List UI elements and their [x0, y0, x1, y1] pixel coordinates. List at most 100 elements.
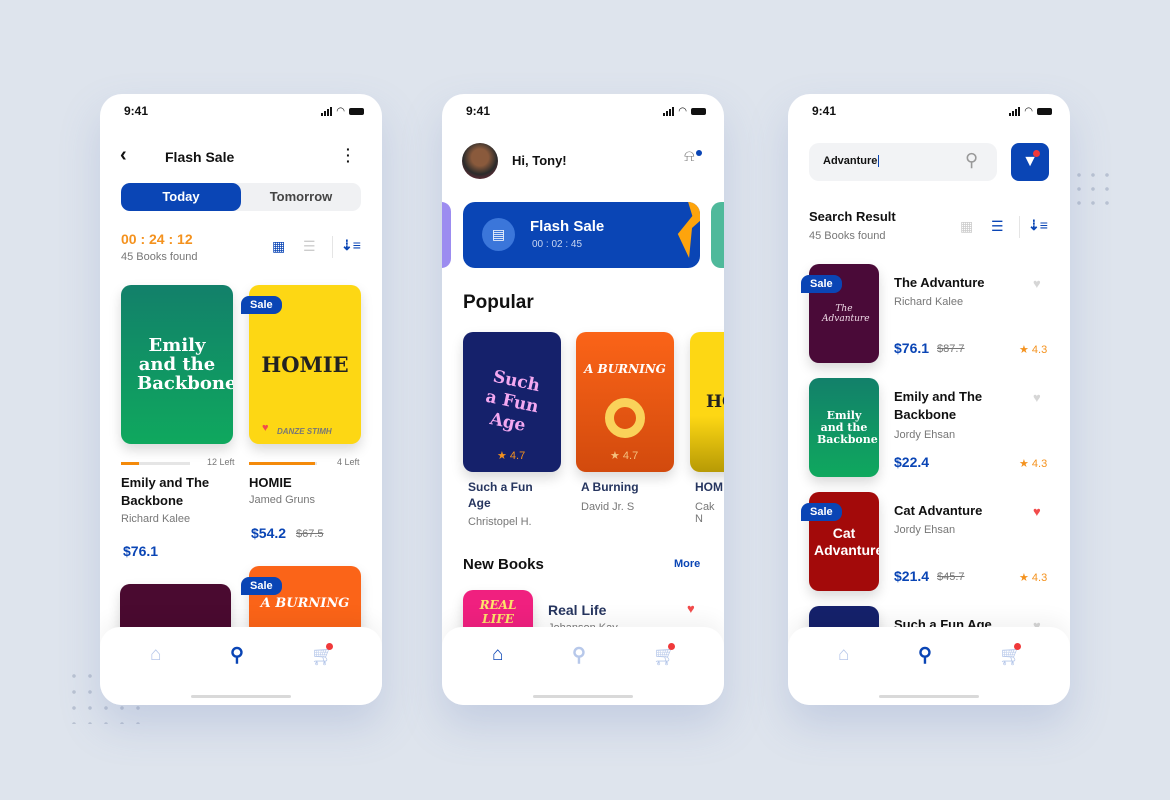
- book-cover[interactable]: A BURNING ★ 4.7: [576, 332, 674, 472]
- status-icons: ◠: [663, 106, 706, 117]
- book-rating: ★ 4.3: [1019, 344, 1048, 356]
- book-title[interactable]: Age: [468, 494, 491, 512]
- book-author: Richard Kalee: [894, 296, 964, 308]
- page-title: Flash Sale: [165, 149, 235, 165]
- search-value: Advanture: [823, 155, 880, 167]
- stock-progress: [121, 462, 190, 465]
- favorite-heart-icon[interactable]: ♥: [687, 601, 695, 616]
- book-title[interactable]: HOMIE: [249, 474, 292, 492]
- favorite-heart-icon[interactable]: ♥: [1033, 504, 1041, 519]
- sort-icon[interactable]: ⇣≡: [341, 237, 361, 254]
- old-price: $45.7: [937, 571, 965, 583]
- cover-title: A BURNING: [584, 362, 666, 376]
- banner-title: Flash Sale: [530, 218, 605, 235]
- rating-value: 4.7: [509, 450, 526, 462]
- book-rating: ★ 4.7: [610, 450, 639, 462]
- cover-title: The Advanture: [822, 303, 870, 324]
- stock-left: 4 Left: [337, 457, 360, 467]
- cart-badge: [1014, 643, 1021, 650]
- new-books-heading: New Books: [463, 556, 544, 573]
- more-link[interactable]: More: [674, 558, 700, 570]
- book-author: Richard Kalee: [121, 513, 191, 525]
- promo-card-next[interactable]: [711, 202, 724, 268]
- grid-view-icon[interactable]: ▦: [272, 238, 285, 255]
- bottom-nav: ⌂ ⚲ 🛒︎: [442, 627, 724, 705]
- books-found: 45 Books found: [121, 251, 198, 263]
- book-title[interactable]: Real Life: [548, 601, 606, 619]
- cover-title: Emily and the Backbone: [137, 335, 233, 394]
- book-price: $22.4: [894, 454, 930, 470]
- sort-icon[interactable]: ⇣≡: [1028, 217, 1048, 234]
- home-indicator: [191, 695, 291, 698]
- banner-timer: 00 : 02 : 45: [532, 239, 583, 250]
- flash-sale-banner[interactable]: ▤ Flash Sale 00 : 02 : 45: [463, 202, 700, 268]
- cover-title: Emily and the Backbone: [817, 408, 878, 446]
- nav-home-icon[interactable]: ⌂: [492, 644, 503, 666]
- home-indicator: [533, 695, 633, 698]
- filter-badge: [1033, 150, 1040, 157]
- grid-view-icon[interactable]: ▦: [960, 218, 973, 235]
- book-title[interactable]: Emily and The: [121, 474, 209, 492]
- status-time: 9:41: [812, 104, 837, 118]
- sale-badge: Sale: [241, 577, 282, 595]
- book-title[interactable]: Backbone: [894, 406, 956, 424]
- book-title[interactable]: Emily and The: [894, 388, 982, 406]
- nav-search-icon[interactable]: ⚲: [918, 644, 932, 667]
- book-author: Jordy Ehsan: [894, 429, 956, 441]
- promo-card-prev[interactable]: [442, 202, 451, 268]
- cover-title: A BURNING: [260, 596, 350, 611]
- nav-home-icon[interactable]: ⌂: [150, 644, 161, 666]
- nav-home-icon[interactable]: ⌂: [838, 644, 849, 666]
- filter-button[interactable]: ▼: [1011, 143, 1049, 181]
- book-title[interactable]: The Advanture: [894, 274, 985, 292]
- stock-progress: [249, 462, 317, 465]
- list-view-icon[interactable]: ☰: [991, 218, 1004, 235]
- cover-title: HOMIE: [261, 352, 349, 377]
- day-tabs: Today Tomorrow: [121, 183, 361, 211]
- popular-heading: Popular: [463, 292, 534, 313]
- result-heading: Search Result: [809, 209, 896, 224]
- search-input[interactable]: Advanture ⚲: [809, 143, 997, 181]
- book-cover[interactable]: Such a Fun Age ★ 4.7: [463, 332, 561, 472]
- more-options-icon[interactable]: · · ·: [346, 142, 351, 168]
- book-author: Christopel H.: [468, 516, 532, 528]
- book-rating: ★ 4.3: [1019, 572, 1048, 584]
- status-time: 9:41: [466, 104, 491, 118]
- old-price: $87.7: [937, 343, 965, 355]
- cover-title: HO: [706, 392, 724, 412]
- book-author: Jordy Ehsan: [894, 524, 956, 536]
- sale-badge: Sale: [241, 296, 282, 314]
- book-cover[interactable]: Emily and the Backbone: [121, 285, 233, 444]
- book-price: $76.1: [123, 543, 159, 559]
- tab-today[interactable]: Today: [121, 183, 241, 211]
- cover-title: Such a Fun Age: [483, 366, 542, 436]
- book-author: Jamed Gruns: [249, 494, 316, 506]
- stock-left: 12 Left: [207, 457, 235, 467]
- book-title[interactable]: Backbone: [121, 492, 183, 510]
- back-button[interactable]: ‹: [120, 144, 127, 167]
- divider: [332, 236, 333, 258]
- nav-search-icon[interactable]: ⚲: [230, 644, 244, 667]
- countdown-timer: 00 : 24 : 12: [121, 231, 193, 247]
- book-cover[interactable]: Emily and the Backbone: [809, 378, 879, 477]
- divider: [1019, 216, 1020, 238]
- favorite-heart-icon[interactable]: ♥: [1033, 276, 1041, 291]
- bell-icon[interactable]: ⍾: [684, 148, 695, 166]
- cover-title: REAL LIFE: [479, 598, 517, 626]
- book-title[interactable]: A Burning: [581, 478, 639, 496]
- book-cover[interactable]: HO: [690, 332, 724, 472]
- tab-tomorrow[interactable]: Tomorrow: [241, 183, 361, 211]
- avatar[interactable]: [462, 143, 498, 179]
- nav-search-icon[interactable]: ⚲: [572, 644, 586, 667]
- flame-icon: [605, 398, 645, 438]
- old-price: $67.5: [296, 528, 324, 540]
- home-indicator: [879, 695, 979, 698]
- notification-badge: [696, 150, 702, 156]
- favorite-heart-icon[interactable]: ♥: [1033, 390, 1041, 405]
- status-time: 9:41: [124, 104, 149, 118]
- search-icon[interactable]: ⚲: [965, 150, 978, 171]
- book-title[interactable]: HOM: [695, 478, 723, 496]
- book-title[interactable]: Cat Advanture: [894, 502, 982, 520]
- bottom-nav: ⌂ ⚲ 🛒︎: [100, 627, 382, 705]
- list-view-icon[interactable]: ☰: [303, 238, 316, 255]
